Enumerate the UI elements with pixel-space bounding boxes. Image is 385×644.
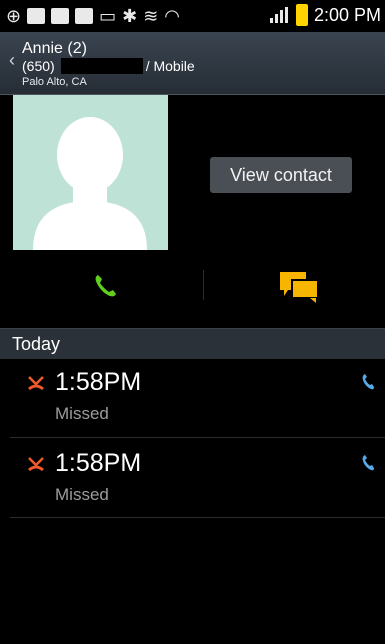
chat-icon — [75, 8, 94, 24]
phone-small-icon[interactable] — [361, 373, 375, 391]
call-time: 1:58PM — [55, 449, 142, 477]
call-status: Missed — [55, 485, 109, 504]
chevron-left-icon[interactable]: ‹ — [9, 50, 15, 71]
section-header: Today — [0, 328, 385, 359]
list-item[interactable]: 1:58PM Missed — [0, 441, 385, 521]
row-divider — [10, 437, 385, 438]
contact-name: Annie (2) — [22, 40, 87, 57]
battery-icon — [295, 4, 308, 26]
contact-phone: (650) / Mobile — [22, 58, 195, 74]
section-title: Today — [12, 334, 61, 354]
wifi-icon: ◠ — [164, 6, 181, 26]
signal-icon — [269, 7, 290, 23]
add-icon: ⊕ — [6, 6, 22, 26]
phone-type: / Mobile — [145, 58, 195, 74]
status-time: 2:00 PM — [313, 4, 381, 25]
voicemail-icon: ▭ — [99, 6, 117, 26]
missed-call-icon — [28, 376, 44, 391]
download-icon — [51, 8, 70, 24]
nfc-icon: ≋ — [143, 6, 159, 26]
avatar[interactable] — [13, 95, 168, 250]
view-contact-button[interactable]: View contact — [210, 157, 352, 193]
action-divider — [203, 270, 204, 300]
phone-prefix: (650) — [22, 58, 55, 74]
status-right: 2:00 PM — [269, 4, 381, 26]
phone-icon[interactable] — [92, 272, 120, 300]
bluetooth-icon: ✱ — [122, 6, 138, 26]
contact-location: Palo Alto, CA — [22, 76, 87, 88]
chat-bubbles-icon[interactable] — [278, 270, 320, 304]
call-status: Missed — [55, 404, 109, 423]
row-divider — [10, 517, 385, 518]
contact-actions — [0, 258, 385, 320]
status-bar: ⊕ ▭ ✱ ≋ ◠ 2:00 PM — [0, 0, 385, 32]
phone-small-icon[interactable] — [361, 454, 375, 472]
redacted-number — [60, 58, 143, 74]
image-icon — [27, 8, 46, 24]
person-silhouette-icon — [13, 95, 168, 250]
call-time: 1:58PM — [55, 368, 142, 396]
missed-call-icon — [28, 457, 44, 472]
list-item[interactable]: 1:58PM Missed — [0, 360, 385, 440]
notification-icons: ⊕ ▭ ✱ ≋ ◠ — [0, 7, 180, 25]
contact-header: ‹ Annie (2) (650) / Mobile Palo Alto, CA — [0, 32, 385, 95]
